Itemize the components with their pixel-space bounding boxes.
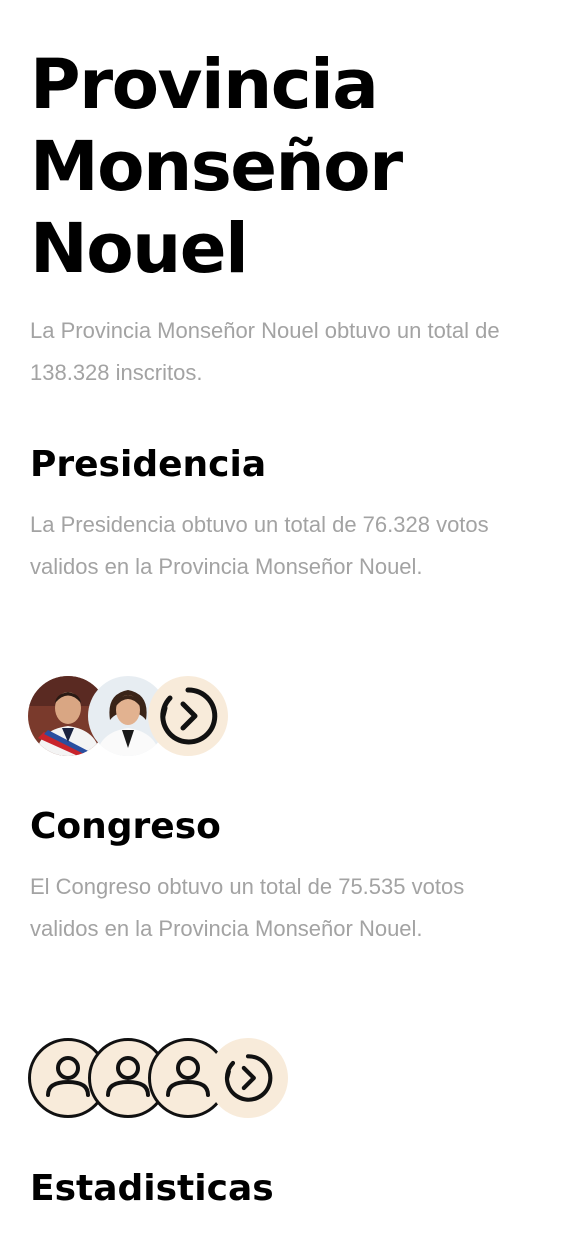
congreso-description: El Congreso obtuvo un total de 75.535 vo… bbox=[30, 874, 465, 941]
presidencia-description: La Presidencia obtuvo un total de 76.328… bbox=[30, 512, 489, 579]
congreso-title: Congreso bbox=[30, 806, 221, 847]
chevron-right-circle-icon bbox=[160, 687, 218, 745]
presidencia-candidates bbox=[28, 676, 328, 760]
congreso-members bbox=[28, 1038, 328, 1122]
presidencia-more-button[interactable] bbox=[148, 676, 228, 756]
chevron-right-circle-icon bbox=[224, 1054, 273, 1102]
presidencia-title: Presidencia bbox=[30, 444, 267, 485]
province-description: La Provincia Monseñor Nouel obtuvo un to… bbox=[30, 318, 500, 385]
estadisticas-title: Estadisticas bbox=[30, 1168, 274, 1209]
congreso-more-button[interactable] bbox=[208, 1038, 288, 1118]
page-title: Provincia Monseñor Nouel bbox=[30, 45, 403, 289]
